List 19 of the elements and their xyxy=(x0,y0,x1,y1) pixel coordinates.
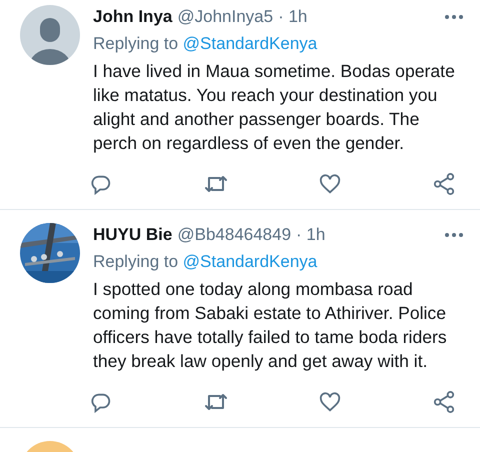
user-name[interactable]: John Inya xyxy=(93,7,172,27)
share-icon[interactable] xyxy=(432,391,455,413)
timestamp: · 1h xyxy=(278,7,308,27)
tweet-text: I have lived in Maua sometime. Bodas operate like matatus. You reach your destination you alight and another passenger boards. The perch on regardless of even the gender. xyxy=(93,60,456,155)
tweet-text: I spotted one today along mombasa road coming from Sabaki estate to Athiriver. Police officers have totally failed to tame boda riders they break law openly and get away with it. xyxy=(93,278,448,373)
retweet-icon[interactable] xyxy=(204,391,228,413)
user-handle: @JohnInya5 xyxy=(177,7,274,27)
replying-label: Replying to xyxy=(93,252,178,271)
reply-icon[interactable] xyxy=(90,173,112,195)
replying-label: Replying to xyxy=(93,34,178,53)
timestamp: · 1h xyxy=(296,225,326,245)
heart-icon[interactable] xyxy=(319,391,342,413)
heart-icon[interactable] xyxy=(319,173,342,195)
share-icon[interactable] xyxy=(432,173,455,195)
user-name[interactable]: HUYU Bie xyxy=(93,225,172,245)
retweet-icon[interactable] xyxy=(204,173,228,195)
reply-icon[interactable] xyxy=(90,391,112,413)
avatar-icon[interactable] xyxy=(20,5,80,65)
user-handle: @Bb48464849 xyxy=(177,225,292,245)
